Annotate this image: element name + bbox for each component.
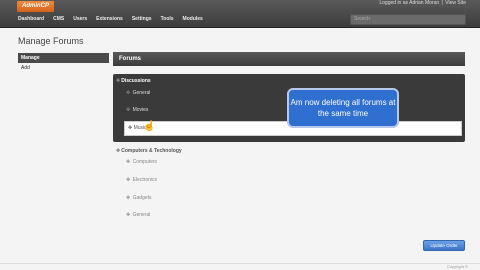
footer-text: Copyright © — [446, 264, 468, 269]
drag-handle-icon[interactable]: ✥ — [116, 148, 120, 154]
footer-divider — [0, 263, 480, 264]
drag-handle-icon[interactable]: ✥ — [126, 159, 130, 165]
forum-item[interactable]: ✥ General — [126, 212, 150, 219]
hand-cursor-icon: ☝ — [143, 121, 156, 132]
forum-item[interactable]: ✥ Electronics — [126, 177, 157, 184]
drag-handle-icon[interactable]: ✥ — [116, 78, 120, 84]
view-site-link[interactable]: View Site — [445, 0, 466, 6]
forum-item[interactable]: ✥ Movies — [126, 107, 148, 114]
search-input[interactable]: Search — [350, 14, 466, 25]
category-computers-technology[interactable]: ✥Computers & Technology — [116, 148, 182, 155]
nav-extensions[interactable]: Extensions — [96, 16, 123, 23]
sidebar: Manage Add — [18, 53, 109, 73]
nav-users[interactable]: Users — [73, 16, 87, 23]
main-nav: Dashboard CMS Users Extensions Settings … — [18, 16, 212, 23]
forum-item[interactable]: ✥ Computers — [126, 159, 157, 166]
sidebar-item-add[interactable]: Add — [18, 63, 109, 73]
admincp-logo[interactable]: AdminCP — [17, 1, 54, 12]
drag-handle-icon[interactable]: ✥ — [126, 177, 130, 183]
logged-in-text: Logged in as Adrian Moran — [379, 0, 440, 6]
update-order-button[interactable]: Update Order — [423, 240, 465, 251]
category-discussions[interactable]: ✥Discussions — [116, 78, 151, 85]
toplinks-separator: | — [441, 0, 443, 6]
nav-settings[interactable]: Settings — [132, 16, 152, 23]
drag-handle-icon[interactable]: ✥ — [128, 125, 132, 131]
nav-tools[interactable]: Tools — [161, 16, 174, 23]
nav-dashboard[interactable]: Dashboard — [18, 16, 44, 23]
forum-item[interactable]: ✥ Gadgets — [126, 195, 152, 202]
sidebar-item-manage[interactable]: Manage — [18, 53, 109, 63]
page-title: Manage Forums — [18, 36, 84, 46]
nav-cms[interactable]: CMS — [53, 16, 64, 23]
top-links: Logged in as Adrian Moran | View Site — [378, 0, 466, 7]
annotation-callout: Am now deleting all forums at the same t… — [287, 88, 399, 128]
drag-handle-icon[interactable]: ✥ — [126, 107, 130, 113]
drag-handle-icon[interactable]: ✥ — [126, 195, 130, 201]
drag-handle-icon[interactable]: ✥ — [126, 212, 130, 218]
forum-item[interactable]: ✥ General — [126, 90, 150, 97]
drag-handle-icon[interactable]: ✥ — [126, 90, 130, 96]
forums-panel-header: Forums — [113, 52, 465, 66]
top-bar: AdminCP Logged in as Adrian Moran | View… — [0, 0, 480, 28]
nav-modules[interactable]: Modules — [183, 16, 203, 23]
